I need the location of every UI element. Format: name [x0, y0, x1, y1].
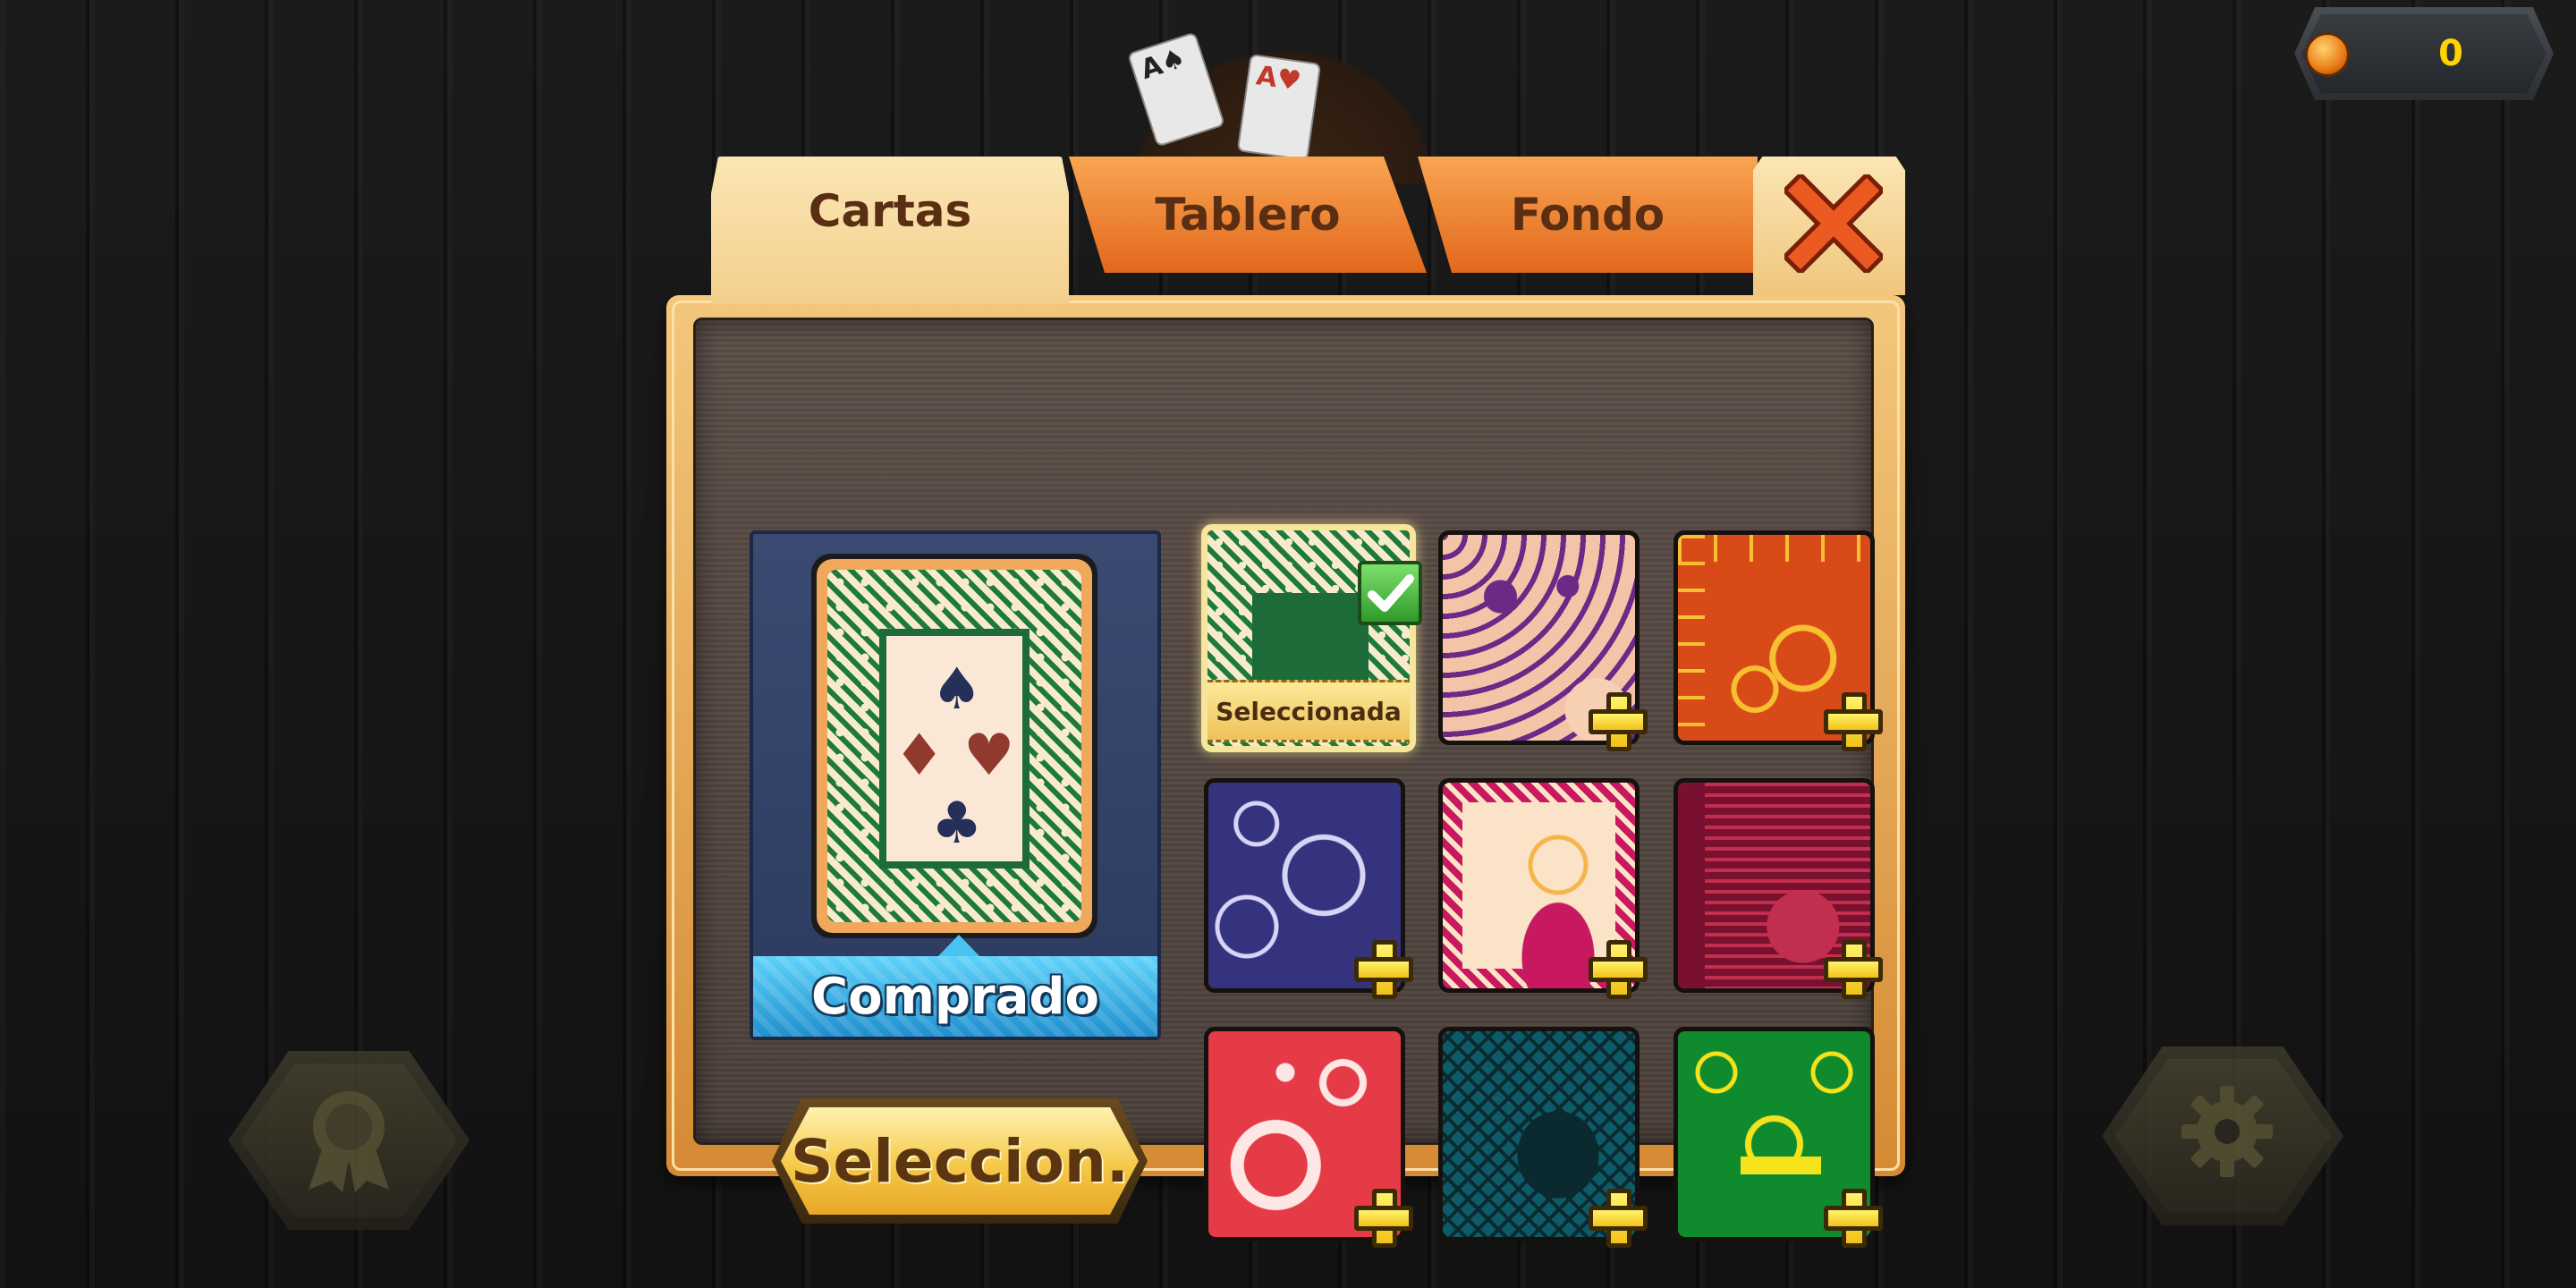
- customization-dialog: Tablero Fondo Cartas ♠ ♦ ♥ ♣ Comprado Se…: [666, 157, 1905, 1248]
- settings-button[interactable]: [2102, 1046, 2343, 1225]
- purchase-status-banner: Comprado: [753, 956, 1157, 1037]
- coin-value: 0: [2438, 33, 2463, 74]
- tab-tablero[interactable]: Tablero: [1069, 157, 1427, 273]
- plus-icon[interactable]: [1587, 938, 1649, 1001]
- club-icon: ♣: [931, 791, 983, 857]
- check-icon: [1358, 561, 1422, 625]
- logo-card-heart: A♥: [1236, 53, 1322, 162]
- card-center-panel: ♠ ♦ ♥ ♣: [879, 629, 1030, 869]
- card-back-option[interactable]: [1438, 530, 1648, 751]
- card-preview-panel: ♠ ♦ ♥ ♣ Comprado: [750, 530, 1161, 1040]
- plus-icon[interactable]: [1822, 691, 1885, 753]
- plus-icon[interactable]: [1352, 938, 1415, 1001]
- spade-icon: ♠: [931, 657, 983, 723]
- heart-icon: ♥: [963, 723, 1015, 789]
- tab-cartas[interactable]: Cartas: [711, 157, 1069, 304]
- card-back-option[interactable]: [1674, 778, 1883, 999]
- card-back-option[interactable]: [1204, 1027, 1413, 1248]
- card-back-option[interactable]: [1674, 1027, 1883, 1248]
- pointer-arrow-icon: [936, 935, 981, 958]
- plus-icon[interactable]: [1587, 691, 1649, 753]
- coin-counter: 0: [2294, 7, 2554, 100]
- close-button[interactable]: [1753, 157, 1905, 295]
- selected-label: Seleccionada: [1208, 680, 1410, 742]
- plus-icon[interactable]: [1822, 1187, 1885, 1250]
- select-button-label: Seleccion.: [791, 1126, 1129, 1196]
- card-back-option[interactable]: [1204, 778, 1413, 999]
- card-back-option-selected[interactable]: Seleccionada: [1201, 524, 1422, 752]
- plus-icon[interactable]: [1352, 1187, 1415, 1250]
- tab-fondo[interactable]: Fondo: [1418, 157, 1758, 273]
- plus-icon[interactable]: [1822, 938, 1885, 1001]
- diamond-icon: ♦: [894, 723, 945, 789]
- card-back-option[interactable]: [1438, 1027, 1648, 1248]
- logo-card-spade: A♠: [1126, 31, 1226, 148]
- close-icon: [1784, 174, 1883, 273]
- tab-label: Cartas: [808, 185, 972, 237]
- achievements-button[interactable]: [228, 1051, 470, 1230]
- tab-label: Tablero: [1155, 189, 1341, 241]
- dialog-content: ♠ ♦ ♥ ♣ Comprado Seleccion. Seleccionada: [693, 318, 1883, 1248]
- card-back-art: ♠ ♦ ♥ ♣: [817, 559, 1092, 933]
- ribbon-icon: [309, 1091, 389, 1192]
- card-back-option[interactable]: [1438, 778, 1648, 999]
- tab-label: Fondo: [1510, 189, 1665, 241]
- coin-icon: [2305, 32, 2350, 77]
- gear-icon: [2182, 1086, 2273, 1177]
- card-preview: ♠ ♦ ♥ ♣: [811, 554, 1097, 938]
- plus-icon[interactable]: [1587, 1187, 1649, 1250]
- select-button[interactable]: Seleccion.: [772, 1098, 1148, 1224]
- card-back-option[interactable]: [1674, 530, 1883, 751]
